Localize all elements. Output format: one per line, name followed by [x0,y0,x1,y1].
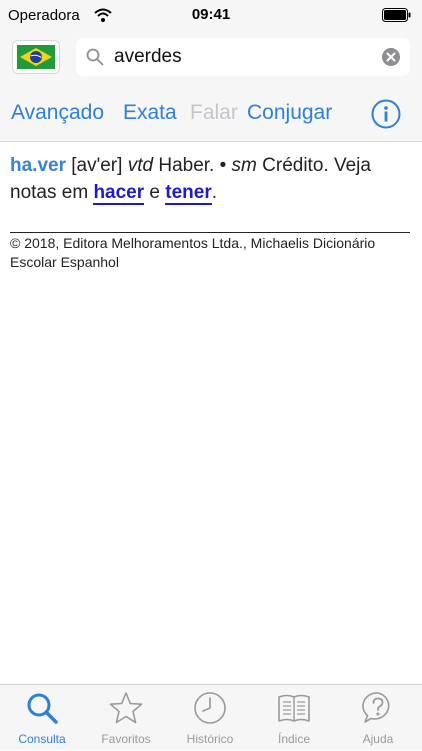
dictionary-entry: ha.ver [av'er] vtd Haber. • sm Crédito. … [10,152,414,206]
advanced-button[interactable]: Avançado [11,101,104,125]
brazil-flag-icon [17,45,55,69]
entry-pronunciation: [av'er] [71,155,123,176]
tab-label: Favoritos [101,732,151,746]
search-bar: averdes [0,30,422,86]
search-query[interactable]: averdes [114,46,182,68]
copyright-notice: © 2018, Editora Melhoramentos Ltda., Mic… [10,235,376,270]
tab-indice[interactable]: Índice [252,685,336,751]
exact-button[interactable]: Exata [123,101,177,125]
clock-icon [194,692,226,724]
tab-historico[interactable]: Histórico [168,685,252,751]
info-icon[interactable] [371,99,401,129]
tab-label: Índice [277,732,311,746]
link-tener[interactable]: tener [165,182,212,205]
entry-end: . [211,182,218,203]
entry-definition-1: Haber. • [158,155,227,176]
divider [10,232,410,233]
status-bar: Operadora 09:41 [0,0,422,30]
tab-label: Ajuda [362,732,394,746]
tab-ajuda[interactable]: Ajuda [336,685,420,751]
search-icon [27,693,58,724]
book-icon [278,694,310,722]
tab-consulta[interactable]: Consulta [0,685,84,751]
toolbar: Avançado Exata Falar Conjugar [0,86,422,142]
entry-pos-1: vtd [127,155,154,176]
tab-label: Consulta [18,732,66,746]
tab-favoritos[interactable]: Favoritos [84,685,168,751]
entry-headword: ha.ver [10,155,66,176]
conjugate-button[interactable]: Conjugar [247,101,332,125]
entry-conjunction: e [149,182,160,203]
entry-pos-2: sm [231,155,257,176]
speak-button[interactable]: Falar [190,101,238,125]
tab-label: Histórico [186,732,234,746]
search-icon [86,48,104,66]
search-input[interactable]: averdes [76,38,410,76]
battery-icon [382,8,411,22]
language-flag-button[interactable] [12,40,60,74]
link-hacer[interactable]: hacer [93,182,145,205]
star-icon [109,692,143,724]
help-icon [362,692,390,723]
status-time: 09:41 [191,6,231,23]
tab-bar: Consulta Favoritos Histórico Índice Ajud… [0,684,422,750]
clear-icon[interactable] [382,48,400,66]
